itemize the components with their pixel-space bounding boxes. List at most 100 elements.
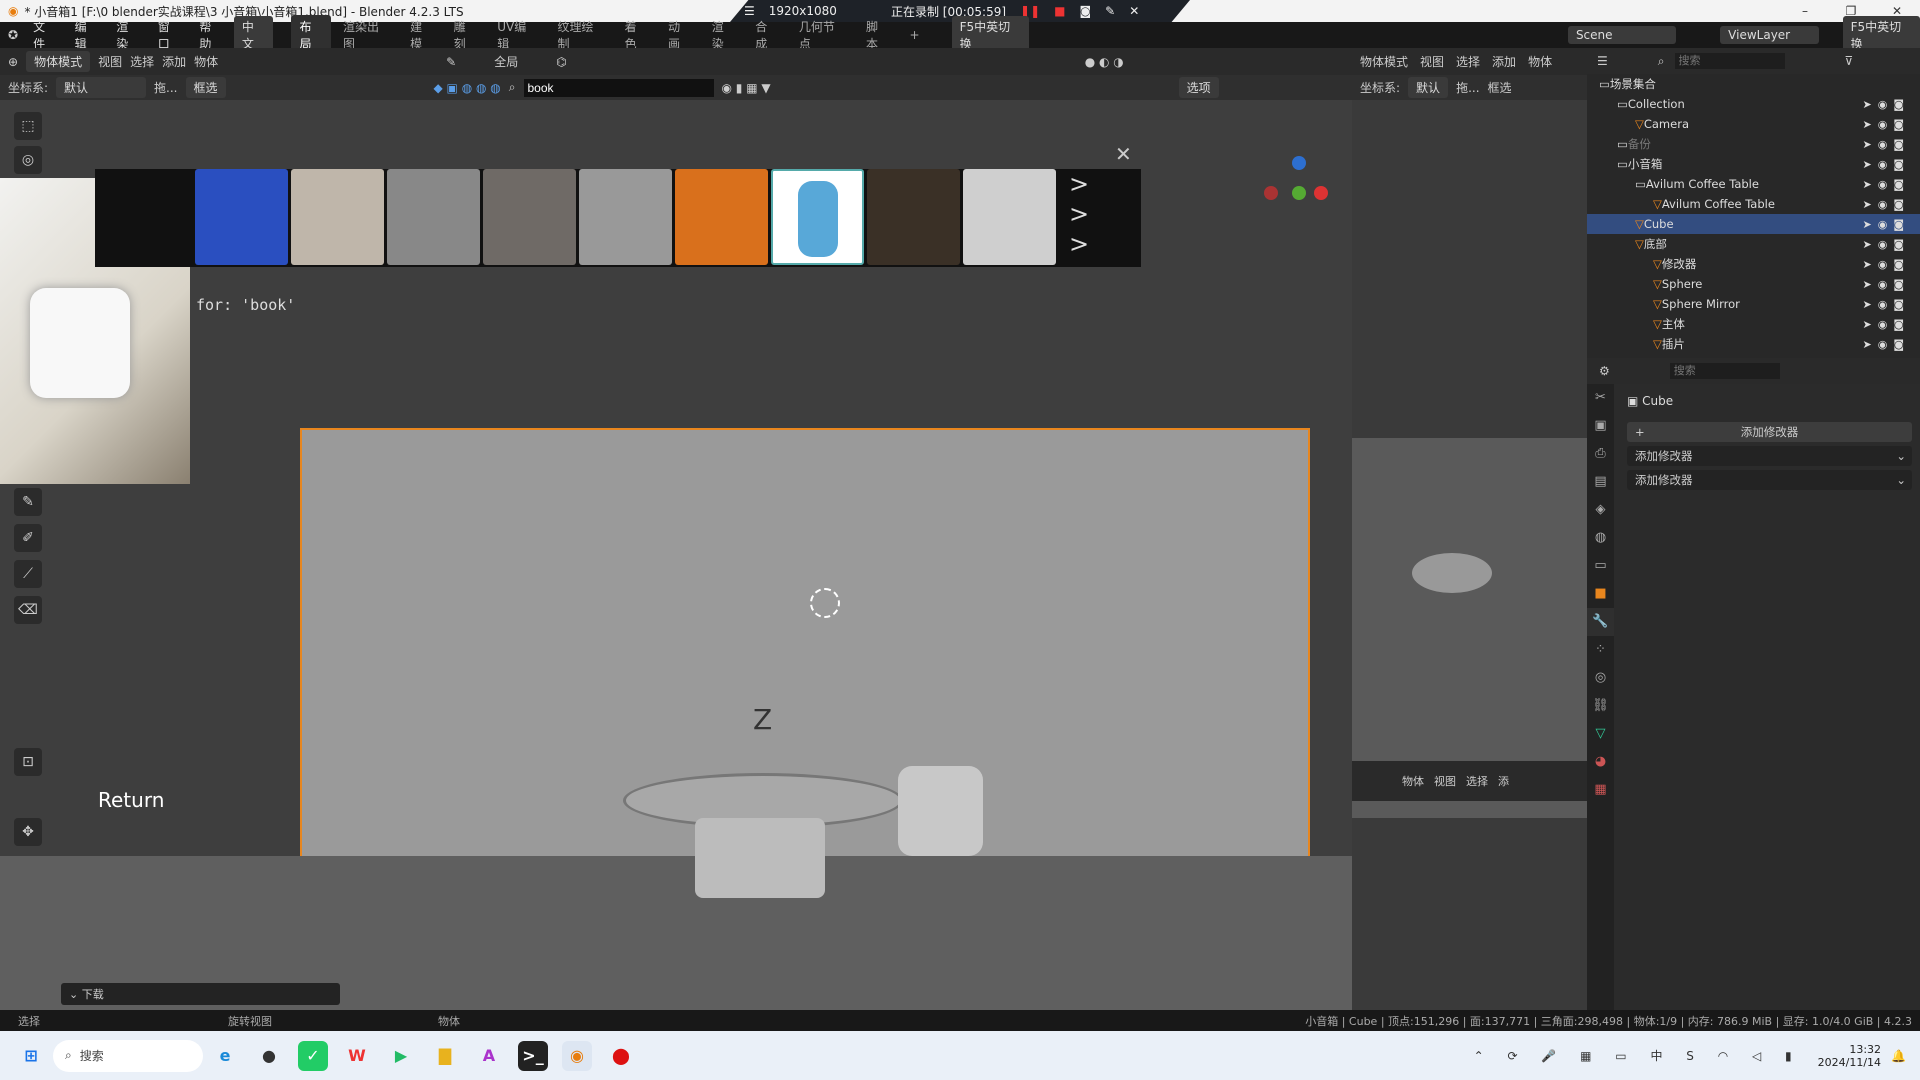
draw-tool[interactable]: ✎	[14, 488, 42, 516]
snap-icon[interactable]: ⌬	[556, 55, 566, 69]
menu-add[interactable]: 添加	[162, 53, 186, 70]
visibility-toggles-icon[interactable]: ➤◉◙	[1863, 198, 1911, 211]
right-mode-selector[interactable]: 物体模式	[1360, 53, 1408, 70]
annotate-tool[interactable]: ✐	[14, 524, 42, 552]
visibility-toggles-icon[interactable]: ➤◉◙	[1863, 298, 1911, 311]
material-tab-icon[interactable]: ◕	[1587, 748, 1614, 776]
texture-tab-icon[interactable]: ▦	[1587, 776, 1614, 804]
visibility-toggles-icon[interactable]: ➤◉◙	[1863, 258, 1911, 271]
terminal-icon[interactable]: >_	[518, 1040, 548, 1071]
properties-search-input[interactable]	[1669, 363, 1780, 379]
output-tab-icon[interactable]: ⎙	[1587, 440, 1614, 468]
download-panel[interactable]: ⌄ 下载	[61, 983, 340, 1005]
mode-selector[interactable]: 物体模式	[26, 51, 91, 72]
transform-orientation[interactable]: 全局	[494, 53, 518, 70]
player-icon[interactable]: ▶	[386, 1041, 416, 1071]
modifier-dropdown-1[interactable]: 添加修改器 ⌄	[1627, 446, 1912, 466]
blender-menu-icon[interactable]: ✪	[8, 28, 18, 42]
cursor-tool[interactable]: ◎	[14, 146, 42, 174]
menu-select[interactable]: 选择	[130, 53, 154, 70]
close-strip-icon[interactable]: ✕	[1115, 142, 1132, 166]
outliner-search-input[interactable]	[1674, 53, 1785, 69]
outliner-row[interactable]: ▽ 底部 ➤◉◙	[1587, 234, 1920, 254]
drag-selector[interactable]: 拖...	[154, 79, 177, 96]
pen-icon[interactable]: ✎	[1105, 4, 1115, 18]
wps-icon[interactable]: W	[342, 1041, 372, 1071]
eraser-tool[interactable]: ⌫	[14, 596, 42, 624]
asset-thumbnail[interactable]	[867, 169, 960, 265]
outliner-row[interactable]: ▽ Sphere ➤◉◙	[1587, 274, 1920, 294]
asset-thumbnail[interactable]	[387, 169, 480, 265]
affinity-icon[interactable]: A	[474, 1041, 504, 1071]
stop-icon[interactable]: ■	[1054, 4, 1065, 18]
recorder-taskbar-icon[interactable]: ⬤	[606, 1041, 636, 1071]
asset-thumbnail[interactable]	[963, 169, 1056, 265]
outliner-row[interactable]: ▭ 备份 ➤◉◙	[1587, 134, 1920, 154]
menu-object[interactable]: 物体	[194, 53, 218, 70]
speaker-cube[interactable]	[898, 766, 983, 856]
right-footer-add[interactable]: 添	[1498, 773, 1509, 789]
right-footer-view[interactable]: 视图	[1434, 773, 1456, 789]
modifier-tab-icon[interactable]: 🔧	[1587, 608, 1614, 636]
wechat-icon[interactable]: ✓	[298, 1040, 328, 1071]
right-menu-object[interactable]: 物体	[1528, 53, 1552, 70]
select-mode-selector[interactable]: 框选	[185, 77, 226, 98]
visibility-toggles-icon[interactable]: ➤◉◙	[1863, 278, 1911, 291]
right-select-mode[interactable]: 框选	[1488, 79, 1512, 96]
menu-view[interactable]: 视图	[98, 53, 122, 70]
visibility-toggles-icon[interactable]: ➤◉◙	[1863, 118, 1911, 131]
explorer-icon[interactable]: ▇	[430, 1041, 460, 1071]
outliner-row[interactable]: ▽ 主体 ➤◉◙	[1587, 314, 1920, 334]
add-modifier-button[interactable]: + 添加修改器	[1627, 422, 1912, 442]
close-icon[interactable]: ✕	[1129, 4, 1139, 18]
asset-thumbnail[interactable]	[483, 169, 576, 265]
visibility-icon[interactable]: ◉ ▮ ▦ ▼	[722, 81, 771, 95]
right-3d-viewport[interactable]: 物体模式 视图 选择 添加 物体 坐标系: 默认 拖... 框选 物体 视图 选…	[1352, 48, 1587, 1010]
scene-selector[interactable]: Scene	[1567, 26, 1677, 44]
constraints-tab-icon[interactable]: ⛓	[1587, 692, 1614, 720]
eyedropper-icon[interactable]: ✎	[446, 55, 456, 69]
right-coord-selector[interactable]: 默认	[1408, 77, 1449, 98]
object-tab-icon[interactable]: ■	[1587, 580, 1614, 608]
particles-tab-icon[interactable]: ⁘	[1587, 636, 1614, 664]
next-arrow-icon[interactable]: > > >	[1069, 169, 1089, 267]
shading-solid-icon[interactable]: ● ◐ ◑	[1085, 55, 1124, 69]
display-mode-icon[interactable]: ☰	[1597, 54, 1608, 68]
outliner-row[interactable]: ▽ Cube ➤◉◙	[1587, 214, 1920, 234]
editor-type-icon[interactable]: ⊕	[8, 55, 18, 69]
asset-thumbnail[interactable]	[579, 169, 672, 265]
outliner-row[interactable]: ▭ Avilum Coffee Table ➤◉◙	[1587, 174, 1920, 194]
modifier-dropdown-2[interactable]: 添加修改器 ⌄	[1627, 470, 1912, 490]
visibility-toggles-icon[interactable]: ➤◉◙	[1863, 98, 1911, 111]
minimize-button[interactable]: –	[1782, 0, 1828, 22]
visibility-toggles-icon[interactable]: ➤◉◙	[1863, 178, 1911, 191]
visibility-toggles-icon[interactable]: ➤◉◙	[1863, 338, 1911, 351]
taskbar-search[interactable]: ⌕ 搜索	[53, 1039, 203, 1072]
right-footer-mode[interactable]: 物体	[1402, 773, 1424, 789]
visibility-toggles-icon[interactable]: ➤◉◙	[1863, 218, 1911, 231]
outliner-row[interactable]: ▽ 插片 ➤◉◙	[1587, 334, 1920, 354]
world-tab-icon[interactable]: ◍	[1587, 524, 1614, 552]
outliner-row[interactable]: ▭ 场景集合	[1587, 74, 1920, 94]
asset-thumbnail[interactable]	[675, 169, 768, 265]
visibility-toggles-icon[interactable]: ➤◉◙	[1863, 158, 1911, 171]
right-menu-view[interactable]: 视图	[1420, 53, 1444, 70]
start-icon[interactable]: ⊞	[16, 1041, 46, 1071]
viewlayer-selector[interactable]: ViewLayer	[1720, 26, 1819, 44]
outliner-row[interactable]: ▭ Collection ➤◉◙	[1587, 94, 1920, 114]
app-icon[interactable]: ●	[254, 1041, 284, 1071]
physics-tab-icon[interactable]: ◎	[1587, 664, 1614, 692]
editor-type-icon[interactable]: ⚙	[1599, 364, 1610, 378]
clock[interactable]: 13:32 2024/11/14	[1818, 1043, 1881, 1069]
transform-tool[interactable]: ✥	[14, 818, 42, 846]
right-footer-select[interactable]: 选择	[1466, 773, 1488, 789]
notification-icon[interactable]: 🔔	[1891, 1049, 1906, 1063]
add-workspace-button[interactable]: +	[902, 25, 928, 45]
outliner-row[interactable]: ▽ Sphere Mirror ➤◉◙	[1587, 294, 1920, 314]
visibility-toggles-icon[interactable]: ➤◉◙	[1863, 138, 1911, 151]
select-box-tool[interactable]: ⬚	[14, 112, 42, 140]
filter-icon[interactable]: ⊽	[1845, 54, 1854, 68]
asset-search-input[interactable]	[523, 78, 714, 97]
system-tray[interactable]: ⌃ ⟳ 🎤 ▦ ▭ 中 S ◠ ◁ ▮	[1474, 1047, 1802, 1064]
edge-icon[interactable]: e	[210, 1041, 240, 1071]
